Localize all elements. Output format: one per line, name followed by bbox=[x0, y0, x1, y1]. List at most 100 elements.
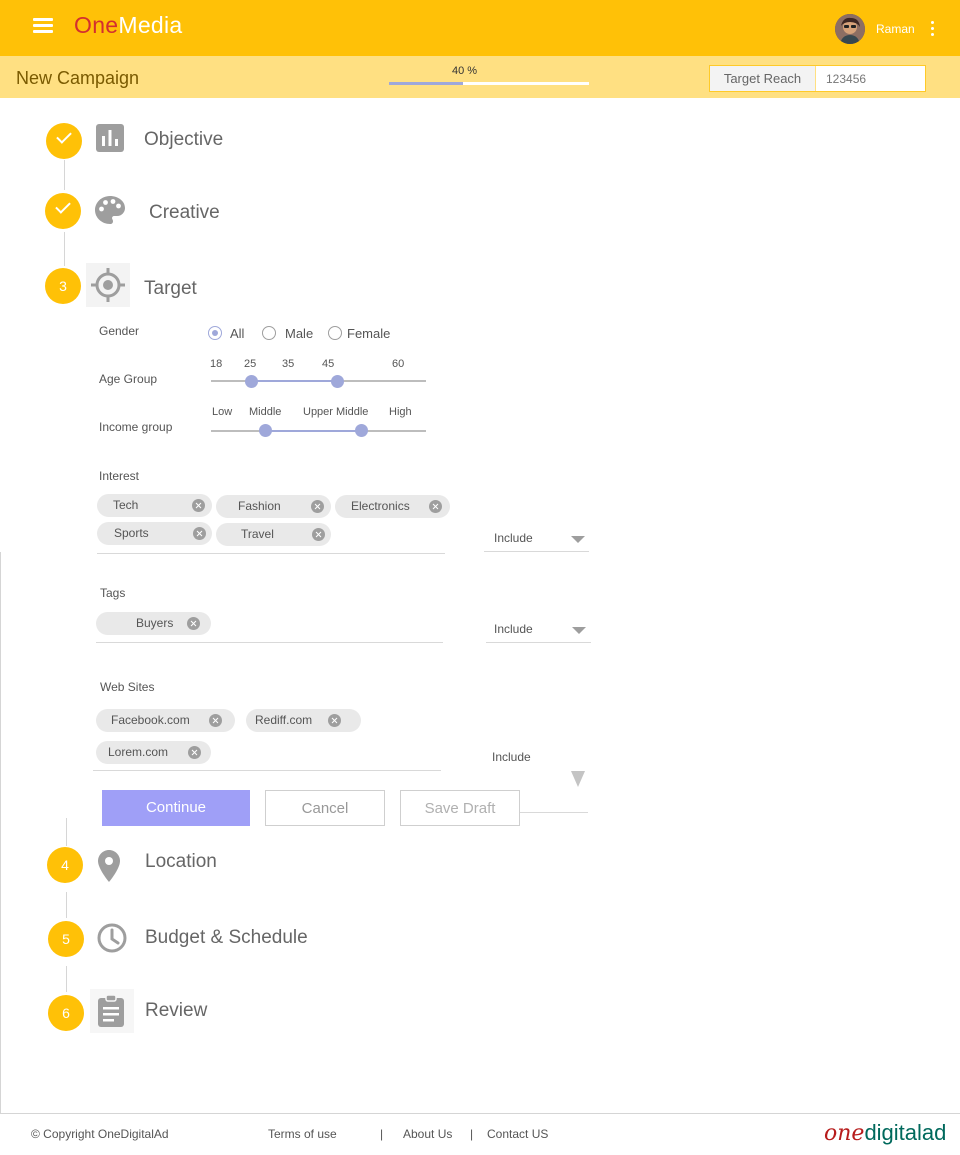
step-4-badge: 4 bbox=[47, 847, 83, 883]
remove-chip-icon[interactable] bbox=[192, 499, 205, 512]
step-connector bbox=[66, 966, 67, 992]
step-5-badge: 5 bbox=[48, 921, 84, 957]
step-budget-schedule-label[interactable]: Budget & Schedule bbox=[145, 927, 308, 949]
footer-separator: | bbox=[380, 1127, 384, 1141]
step-creative-label[interactable]: Creative bbox=[149, 202, 220, 224]
cancel-button[interactable]: Cancel bbox=[265, 790, 385, 826]
income-slider-range bbox=[266, 430, 361, 432]
more-vert-icon[interactable] bbox=[930, 21, 936, 37]
interest-input-underline[interactable] bbox=[97, 553, 445, 554]
age-group-label: Age Group bbox=[99, 372, 158, 386]
gender-male-label[interactable]: Male bbox=[285, 326, 313, 341]
avatar[interactable] bbox=[835, 14, 865, 44]
page-footer: © Copyright OneDigitalAd Terms of use | … bbox=[0, 1113, 960, 1155]
interest-chip-travel: Travel bbox=[216, 523, 331, 546]
income-min-thumb[interactable] bbox=[259, 424, 272, 437]
income-tick: Middle bbox=[249, 406, 282, 418]
target-icon bbox=[86, 263, 130, 307]
footer-logo[interactable]: onedigitalad bbox=[824, 1120, 946, 1146]
income-tick: Upper Middle bbox=[303, 406, 369, 418]
terms-link[interactable]: Terms of use bbox=[268, 1127, 337, 1141]
income-group-label: Income group bbox=[99, 420, 173, 434]
tags-input-underline[interactable] bbox=[96, 642, 443, 643]
target-reach-label: Target Reach bbox=[710, 66, 816, 91]
step-3-badge: 3 bbox=[45, 268, 81, 304]
website-chip-lorem: Lorem.com bbox=[96, 741, 211, 764]
age-slider-range bbox=[251, 380, 338, 382]
remove-chip-icon[interactable] bbox=[188, 746, 201, 759]
chevron-down-icon[interactable] bbox=[571, 771, 585, 787]
step-2-done-badge bbox=[45, 193, 81, 229]
step-location-label[interactable]: Location bbox=[145, 851, 217, 873]
remove-chip-icon[interactable] bbox=[429, 500, 442, 513]
location-pin-icon bbox=[87, 843, 131, 887]
app-header: OneMedia Raman bbox=[0, 0, 960, 56]
interest-label: Interest bbox=[99, 469, 140, 483]
bar-chart-icon bbox=[90, 118, 134, 162]
gender-female-label[interactable]: Female bbox=[347, 326, 390, 341]
step-connector bbox=[66, 818, 67, 846]
step-connector bbox=[66, 892, 67, 918]
remove-chip-icon[interactable] bbox=[328, 714, 341, 727]
age-min-thumb[interactable] bbox=[245, 375, 258, 388]
save-draft-button[interactable]: Save Draft bbox=[400, 790, 520, 826]
website-chip-rediff: Rediff.com bbox=[246, 709, 361, 732]
palette-icon bbox=[90, 190, 134, 234]
remove-chip-icon[interactable] bbox=[209, 714, 222, 727]
gender-male-radio[interactable] bbox=[262, 326, 276, 340]
step-connector bbox=[64, 232, 65, 266]
continue-button[interactable]: Continue bbox=[102, 790, 250, 826]
gender-female-radio[interactable] bbox=[328, 326, 342, 340]
menu-icon[interactable] bbox=[33, 18, 53, 34]
income-tick: High bbox=[389, 406, 412, 418]
chevron-down-icon[interactable] bbox=[572, 627, 586, 634]
tag-chip-buyers: Buyers bbox=[96, 612, 211, 635]
chip-label: Tech bbox=[113, 498, 139, 512]
user-name[interactable]: Raman bbox=[876, 22, 915, 36]
chevron-down-icon[interactable] bbox=[571, 536, 585, 543]
footer-logo-digitalad: digitalad bbox=[864, 1120, 947, 1145]
chip-label: Lorem.com bbox=[108, 745, 169, 759]
progress-bar-fill bbox=[389, 82, 463, 85]
remove-chip-icon[interactable] bbox=[311, 500, 324, 513]
progress-bar bbox=[389, 82, 589, 85]
check-icon bbox=[56, 128, 72, 144]
step-1-done-badge bbox=[46, 123, 82, 159]
remove-chip-icon[interactable] bbox=[187, 617, 200, 630]
gender-label: Gender bbox=[99, 324, 140, 338]
tags-mode-value[interactable]: Include bbox=[494, 622, 533, 636]
websites-mode-underline bbox=[520, 812, 588, 813]
step-objective-label[interactable]: Objective bbox=[144, 129, 223, 151]
gender-all-radio[interactable] bbox=[208, 326, 222, 340]
step-review-label[interactable]: Review bbox=[145, 1000, 207, 1022]
income-tick: Low bbox=[212, 406, 233, 418]
app-logo[interactable]: OneMedia bbox=[74, 12, 183, 39]
remove-chip-icon[interactable] bbox=[312, 528, 325, 541]
websites-mode-value[interactable]: Include bbox=[492, 750, 531, 764]
avatar-image bbox=[835, 14, 865, 44]
income-max-thumb[interactable] bbox=[355, 424, 368, 437]
step-connector bbox=[64, 160, 65, 190]
age-tick: 45 bbox=[322, 358, 335, 370]
chip-label: Travel bbox=[241, 527, 274, 541]
step-target-label[interactable]: Target bbox=[144, 278, 197, 300]
chip-label: Buyers bbox=[136, 616, 174, 630]
about-link[interactable]: About Us bbox=[403, 1127, 452, 1141]
step-6-badge: 6 bbox=[48, 995, 84, 1031]
interest-chip-electronics: Electronics bbox=[335, 495, 450, 518]
interest-chip-tech: Tech bbox=[97, 494, 212, 517]
logo-text-one: One bbox=[74, 12, 119, 38]
gender-all-label[interactable]: All bbox=[230, 326, 244, 341]
campaign-subheader: New Campaign 40 % Target Reach bbox=[0, 56, 960, 98]
target-reach-input[interactable] bbox=[817, 66, 925, 91]
contact-link[interactable]: Contact US bbox=[487, 1127, 548, 1141]
age-tick: 18 bbox=[210, 358, 223, 370]
interest-mode-value[interactable]: Include bbox=[494, 531, 533, 545]
chip-label: Electronics bbox=[351, 499, 410, 513]
websites-input-underline[interactable] bbox=[93, 770, 441, 771]
remove-chip-icon[interactable] bbox=[193, 527, 206, 540]
clock-icon bbox=[90, 916, 134, 960]
age-max-thumb[interactable] bbox=[331, 375, 344, 388]
footer-logo-one: one bbox=[824, 1121, 865, 1146]
tags-mode-underline bbox=[486, 642, 591, 643]
